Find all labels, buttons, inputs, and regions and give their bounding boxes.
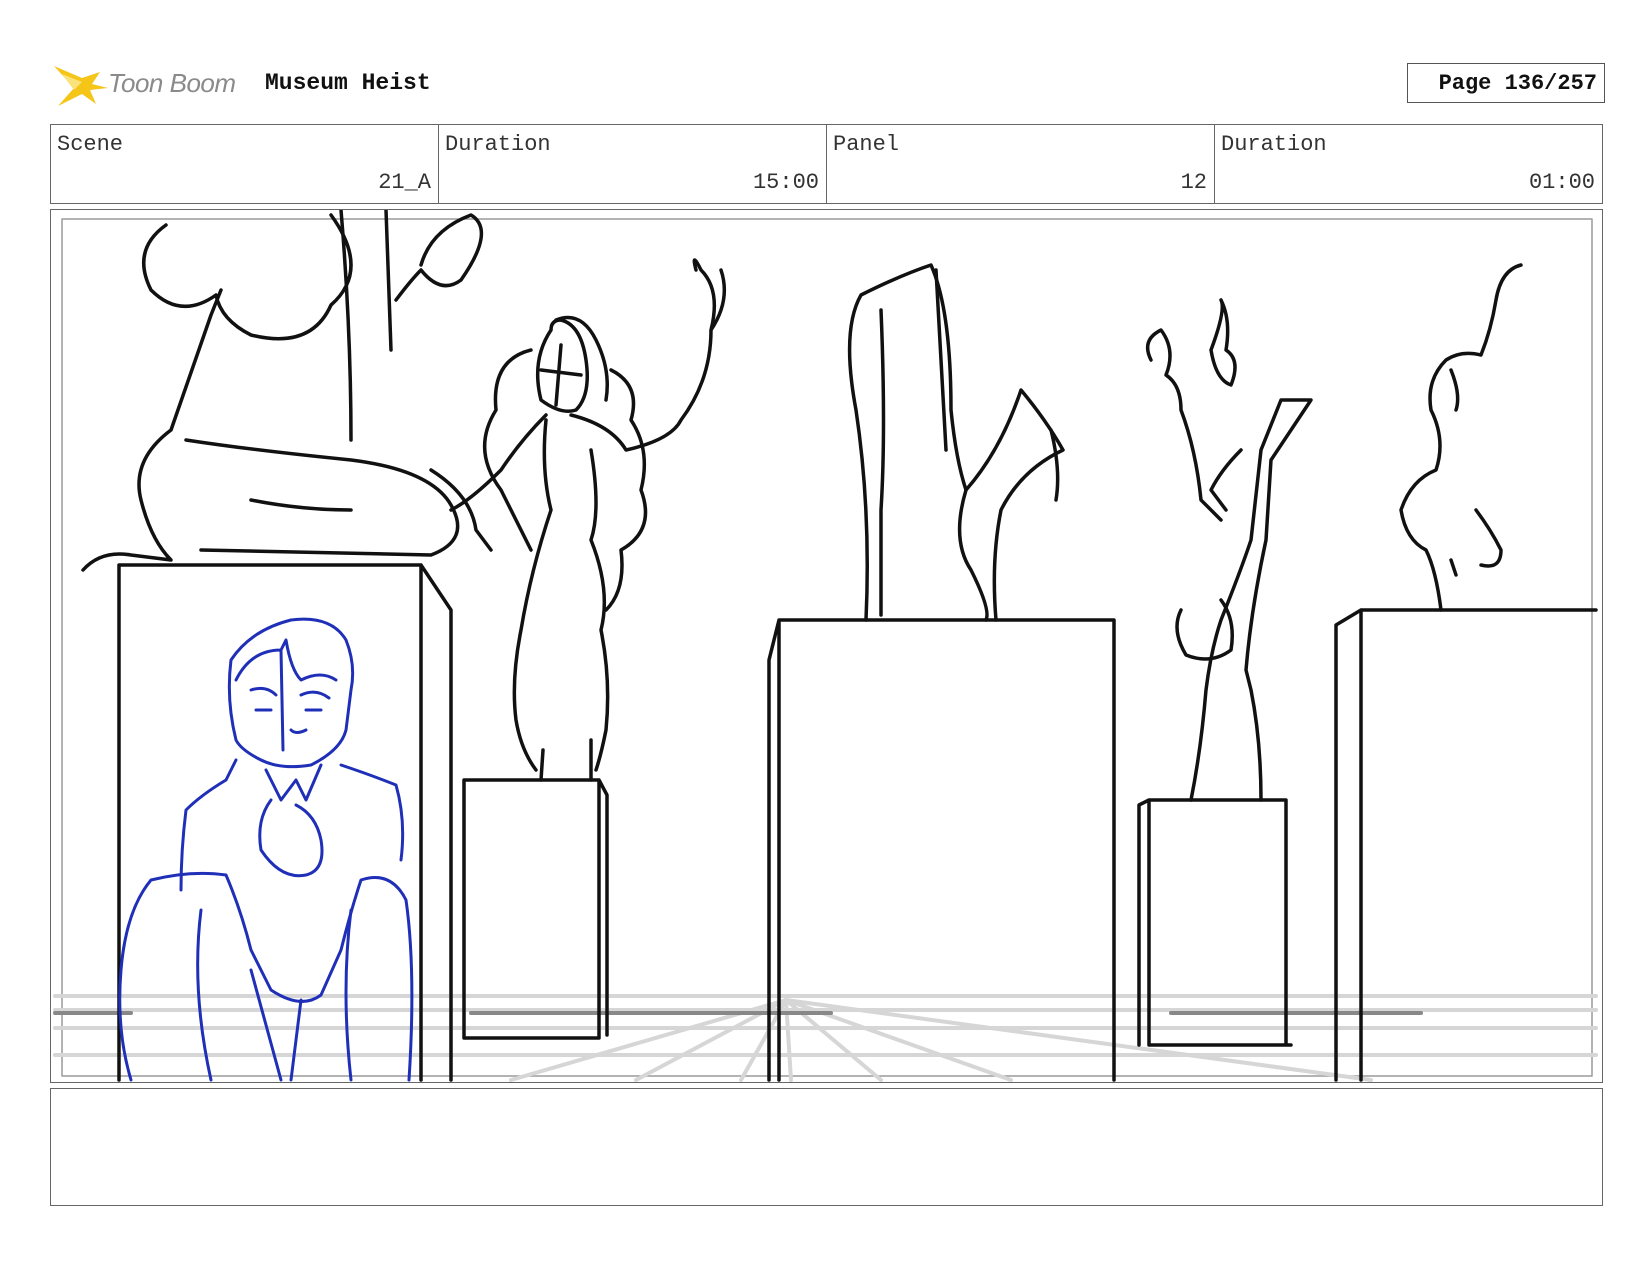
notes-box [50,1088,1603,1206]
statue-dancer [1189,398,1313,802]
statue-woman [535,318,589,413]
pedestal-small-1 [462,778,609,1040]
scene-cell: Scene 21_A [51,125,439,203]
starburst-icon [54,66,108,106]
scene-duration-label: Duration [445,132,551,157]
panel-cell: Panel 12 [827,125,1215,203]
toon-boom-logo: Toon Boom [52,58,252,108]
panel-value: 12 [1180,170,1207,195]
floor-grid [53,994,1598,1082]
scene-duration-value: 15:00 [752,170,819,195]
panel-sketch [53,210,1598,1082]
logo-text: Toon Boom [108,68,236,98]
statue-left [81,288,223,572]
panel-label: Panel [833,132,900,157]
scene-info-table: Scene 21_A Duration 15:00 Panel 12 Durat… [50,124,1603,204]
statue-right [1399,263,1523,612]
panel-duration-value: 01:00 [1528,170,1595,195]
character-head [227,617,355,769]
scene-duration-cell: Duration 15:00 [439,125,827,203]
scene-value: 21_A [378,170,431,195]
project-title: Museum Heist [265,70,431,96]
panel-duration-label: Duration [1221,132,1327,157]
scene-label: Scene [57,132,124,157]
page-indicator: Page 136/257 [1407,63,1605,103]
page-number: Page 136/257 [1438,71,1597,96]
panel-duration-cell: Duration 01:00 [1215,125,1602,203]
page-header: Toon Boom Museum Heist Page 136/257 [52,58,1620,108]
black-linework [81,210,1598,1082]
storyboard-panel [50,209,1603,1083]
